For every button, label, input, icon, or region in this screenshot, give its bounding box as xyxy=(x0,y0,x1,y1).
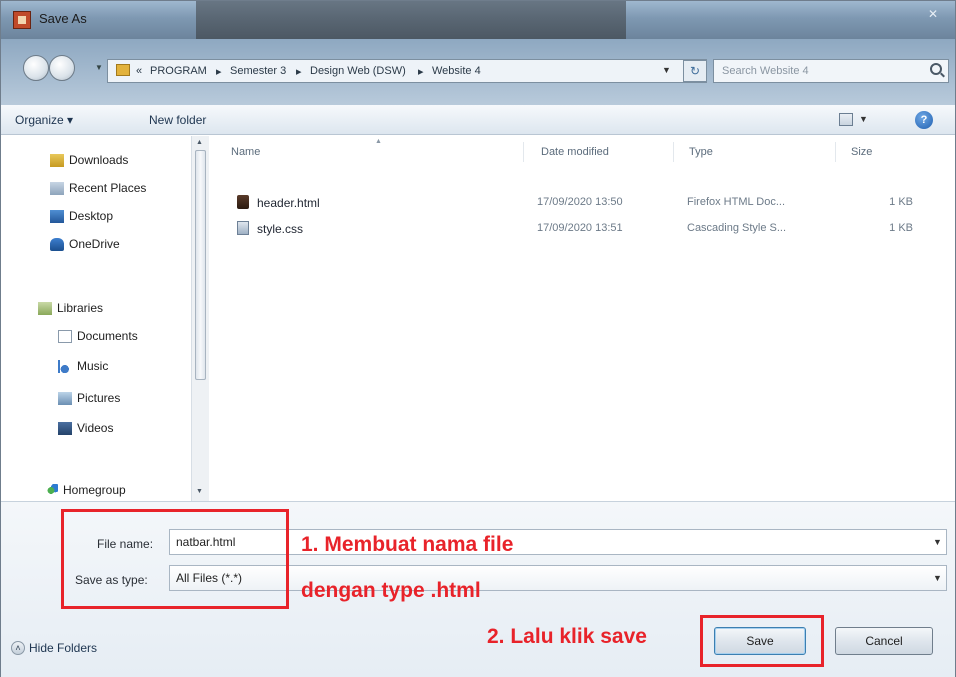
nav-item-label: Documents xyxy=(77,329,138,343)
change-view-icon[interactable] xyxy=(839,113,853,126)
close-icon[interactable]: ✕ xyxy=(919,7,947,25)
column-header-type[interactable]: Type xyxy=(689,146,713,158)
recent-places-icon xyxy=(50,182,64,195)
annotation-box-save xyxy=(700,615,824,667)
html-file-icon xyxy=(237,195,249,209)
file-size: 1 KB xyxy=(889,222,913,234)
help-icon[interactable]: ? xyxy=(915,111,933,129)
file-name: style.css xyxy=(257,222,304,236)
breadcrumb-design-web[interactable]: Design Web (DSW) xyxy=(310,65,406,77)
back-button[interactable] xyxy=(23,55,49,81)
save-as-type-dropdown-icon[interactable]: ▼ xyxy=(933,573,942,583)
command-bar: Organize ▾ New folder ▼ ? xyxy=(1,105,955,135)
column-header-size[interactable]: Size xyxy=(851,146,872,158)
downloads-icon xyxy=(50,154,64,167)
libraries-icon xyxy=(38,302,52,315)
pictures-icon xyxy=(58,392,72,405)
file-name-dropdown-icon[interactable]: ▼ xyxy=(933,537,942,547)
homegroup-icon xyxy=(44,484,58,497)
breadcrumb-separator: ▸ xyxy=(418,66,424,78)
file-size: 1 KB xyxy=(889,196,913,208)
organize-button[interactable]: Organize ▾ xyxy=(15,113,73,127)
search-box[interactable] xyxy=(713,59,949,83)
breadcrumb-semester[interactable]: Semester 3 xyxy=(230,65,286,77)
annotation-step2: 2. Lalu klik save xyxy=(487,625,647,648)
nav-item-label: Videos xyxy=(77,421,114,435)
new-folder-button[interactable]: New folder xyxy=(149,113,206,127)
desktop-icon xyxy=(50,210,64,223)
file-type: Firefox HTML Doc... xyxy=(687,196,785,208)
window-title: Save As xyxy=(39,11,87,26)
file-type: Cascading Style S... xyxy=(687,222,787,234)
documents-icon xyxy=(58,330,72,343)
folder-icon xyxy=(116,64,130,76)
onedrive-icon xyxy=(50,238,64,251)
hide-folders-button[interactable]: ˄ Hide Folders xyxy=(11,641,98,655)
file-date-modified: 17/09/2020 13:51 xyxy=(537,222,623,234)
address-dropdown-icon[interactable]: ▼ xyxy=(662,65,671,75)
title-bar: Save As ✕ xyxy=(1,1,955,51)
css-file-icon xyxy=(237,221,249,235)
column-divider[interactable] xyxy=(673,142,674,162)
scroll-down-icon[interactable]: ▼ xyxy=(196,488,203,495)
breadcrumb-separator: ▸ xyxy=(296,66,302,78)
save-as-dialog: Save As ✕ ▼ « PROGRAM ▸ Semester 3 ▸ Des… xyxy=(0,0,956,677)
file-date-modified: 17/09/2020 13:50 xyxy=(537,196,623,208)
file-row-style-css[interactable]: style.css 17/09/2020 13:51 Cascading Sty… xyxy=(231,218,931,240)
column-divider[interactable] xyxy=(835,142,836,162)
nav-item-label: Recent Places xyxy=(69,181,147,195)
music-icon xyxy=(58,360,72,373)
app-icon xyxy=(13,11,31,29)
file-name: header.html xyxy=(257,196,320,210)
breadcrumb-overflow[interactable]: « xyxy=(136,65,142,77)
recent-pages-dropdown-icon[interactable]: ▼ xyxy=(95,63,105,73)
collapse-icon: ˄ xyxy=(11,641,25,655)
column-divider[interactable] xyxy=(523,142,524,162)
nav-item-label: Desktop xyxy=(69,209,114,223)
view-dropdown-icon[interactable]: ▼ xyxy=(859,114,868,124)
breadcrumb-website[interactable]: Website 4 xyxy=(432,65,481,77)
cancel-button[interactable]: Cancel xyxy=(835,627,933,655)
hide-folders-label: Hide Folders xyxy=(29,641,98,655)
breadcrumb-program[interactable]: PROGRAM xyxy=(150,65,207,77)
address-bar[interactable]: « PROGRAM ▸ Semester 3 ▸ Design Web (DSW… xyxy=(107,59,707,83)
sort-indicator-icon: ▲ xyxy=(375,138,382,145)
scroll-thumb[interactable] xyxy=(195,150,206,380)
nav-item-label: Libraries xyxy=(57,301,104,315)
column-header-name[interactable]: Name xyxy=(231,146,260,158)
annotation-step1-line2: dengan type .html xyxy=(301,579,481,602)
navigation-scrollbar[interactable]: ▲ ▼ xyxy=(191,136,209,501)
file-list: ▲ Name Date modified Type Size header.ht… xyxy=(211,136,955,501)
search-icon[interactable] xyxy=(930,63,942,75)
annotation-box-filename xyxy=(61,509,289,609)
refresh-icon[interactable]: ↻ xyxy=(683,60,707,82)
file-row-header-html[interactable]: header.html 17/09/2020 13:50 Firefox HTM… xyxy=(231,192,931,214)
nav-item-label: Homegroup xyxy=(63,483,126,497)
scroll-up-icon[interactable]: ▲ xyxy=(196,139,203,146)
nav-item-label: Music xyxy=(77,359,109,373)
videos-icon xyxy=(58,422,72,435)
breadcrumb-separator: ▸ xyxy=(216,66,222,78)
nav-item-label: Pictures xyxy=(77,391,121,405)
nav-item-label: OneDrive xyxy=(69,237,120,251)
nav-item-label: Downloads xyxy=(69,153,129,167)
forward-button[interactable] xyxy=(49,55,75,81)
column-header-date-modified[interactable]: Date modified xyxy=(541,146,609,158)
search-input[interactable] xyxy=(714,60,924,82)
annotation-step1-line1: 1. Membuat nama file xyxy=(301,533,514,556)
